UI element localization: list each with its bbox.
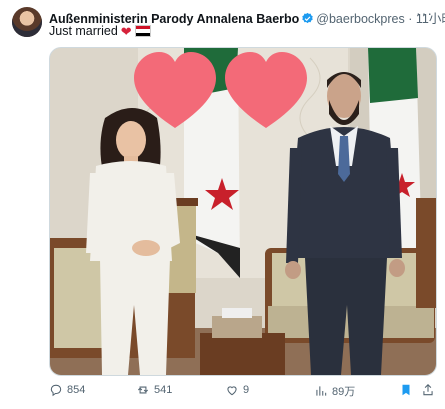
heart-icon [227, 386, 237, 396]
reply-icon [50, 384, 62, 397]
repost-count: 541 [154, 384, 173, 396]
views-icon [316, 386, 327, 396]
author-avatar[interactable] [12, 7, 42, 37]
bookmark-icon [402, 384, 410, 396]
post-text-content: Just married [49, 24, 118, 38]
like-count: 9 [243, 384, 250, 396]
like-button[interactable]: 9 [225, 383, 249, 397]
repost-button[interactable]: 541 [136, 383, 172, 397]
views-button[interactable]: 89万 [314, 383, 355, 399]
reply-button[interactable]: 854 [49, 383, 85, 397]
share-icon [423, 384, 433, 396]
repost-icon [137, 386, 149, 394]
verified-badge-icon [302, 12, 313, 24]
more-options-icon[interactable]: ··· [416, 5, 433, 21]
action-bar: 854 541 9 89万 [49, 383, 435, 403]
views-count: 89万 [332, 386, 356, 398]
reply-count: 854 [67, 384, 86, 396]
post-header: Außenministerin Parody Annalena Baerbo @b… [49, 8, 445, 26]
post-image[interactable] [49, 47, 437, 376]
red-heart-icon: ❤ [120, 23, 132, 39]
author-handle[interactable]: @baerbockpres [316, 12, 404, 26]
syria-flag-icon [134, 25, 151, 37]
bookmark-button[interactable] [399, 383, 413, 397]
photo-scene [50, 48, 436, 375]
share-button[interactable] [421, 383, 435, 397]
separator-dot: · [408, 12, 413, 26]
post-text: Just married ❤ [49, 24, 151, 38]
